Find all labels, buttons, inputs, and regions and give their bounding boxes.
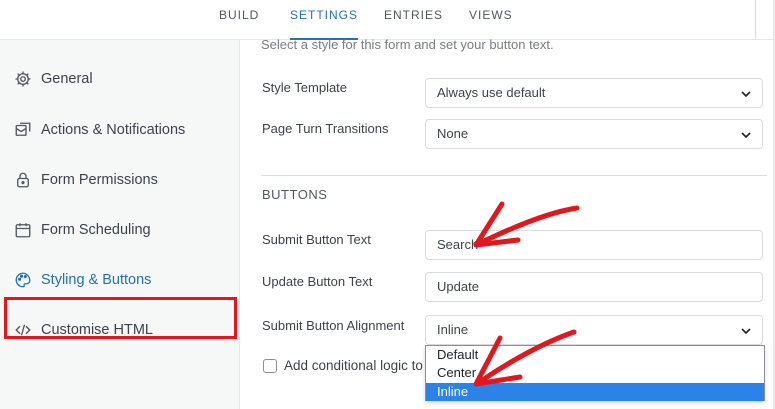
section-divider	[261, 175, 767, 176]
chevron-down-icon	[741, 91, 751, 98]
calendar-icon	[13, 220, 33, 240]
sidebar-item-label: Form Scheduling	[41, 222, 151, 238]
sidebar-item-permissions[interactable]: Form Permissions	[0, 165, 240, 195]
highlight-box	[4, 297, 237, 339]
alignment-option-center[interactable]: Center	[426, 364, 764, 382]
tab-views[interactable]: VIEWS	[469, 0, 513, 40]
lock-icon	[13, 170, 33, 190]
sidebar-item-scheduling[interactable]: Form Scheduling	[0, 215, 240, 245]
sidebar-item-label: Styling & Buttons	[41, 272, 152, 288]
submit-text-label: Submit Button Text	[262, 232, 371, 247]
sidebar-item-styling[interactable]: Styling & Buttons	[0, 265, 240, 295]
update-text-value: Update	[437, 279, 479, 294]
alignment-option-inline[interactable]: Inline	[426, 383, 764, 401]
alignment-dropdown-list: Default Center Inline	[425, 345, 765, 401]
conditional-logic-label: Add conditional logic to	[284, 358, 423, 373]
sidebar-item-label: Actions & Notifications	[41, 122, 186, 138]
tab-settings[interactable]: SETTINGS	[290, 0, 359, 40]
submit-alignment-value: Inline	[437, 322, 469, 337]
palette-icon	[13, 270, 33, 290]
buttons-heading: BUTTONS	[262, 187, 328, 202]
style-template-label: Style Template	[262, 80, 348, 95]
update-text-input[interactable]: Update	[425, 272, 763, 302]
section-intro: Select a style for this form and set you…	[261, 37, 554, 52]
update-text-label: Update Button Text	[262, 274, 373, 289]
page-turn-label: Page Turn Transitions	[262, 121, 389, 136]
chevron-down-icon	[741, 132, 751, 139]
tab-build[interactable]: BUILD	[219, 0, 259, 40]
top-tab-bar: BUILD SETTINGS ENTRIES VIEWS	[0, 0, 775, 40]
page-turn-value: None	[437, 126, 469, 141]
actions-icon	[13, 120, 33, 140]
sidebar-item-label: General	[41, 71, 93, 87]
submit-text-input[interactable]: Search	[425, 230, 763, 260]
page-turn-select[interactable]: None	[425, 119, 763, 149]
submit-text-value: Search	[437, 237, 479, 252]
settings-sidebar: General Actions & Notifications Form Per…	[0, 40, 240, 409]
chevron-down-icon	[741, 328, 751, 335]
sidebar-item-label: Form Permissions	[41, 172, 158, 188]
tab-entries[interactable]: ENTRIES	[384, 0, 443, 40]
submit-alignment-select[interactable]: Inline	[425, 315, 763, 345]
style-template-select[interactable]: Always use default	[425, 78, 763, 108]
alignment-option-default[interactable]: Default	[426, 346, 764, 364]
submit-alignment-label: Submit Button Alignment	[262, 318, 405, 333]
gear-icon	[13, 69, 33, 89]
style-template-value: Always use default	[437, 85, 546, 100]
sidebar-item-general[interactable]: General	[0, 64, 240, 94]
sidebar-item-actions[interactable]: Actions & Notifications	[0, 115, 240, 145]
conditional-logic-checkbox[interactable]	[263, 359, 277, 373]
topbar-divider	[755, 0, 756, 40]
